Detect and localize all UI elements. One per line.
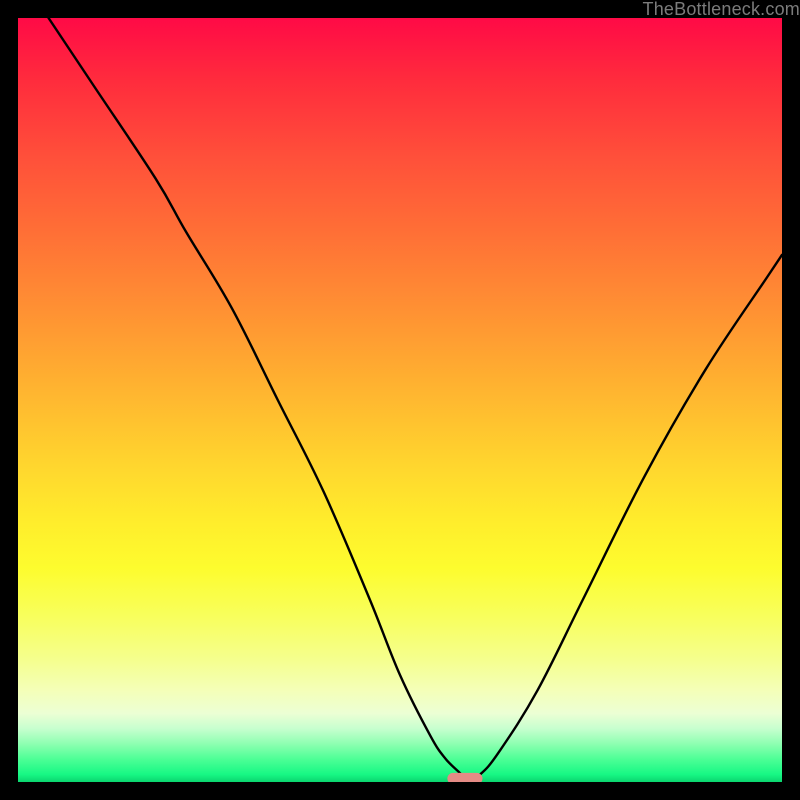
watermark-label: TheBottleneck.com (643, 0, 800, 20)
bottleneck-curve (18, 18, 782, 782)
baseline-marker (447, 773, 482, 782)
chart-frame: TheBottleneck.com (0, 0, 800, 800)
curve-path (49, 18, 782, 782)
plot-area (18, 18, 782, 782)
